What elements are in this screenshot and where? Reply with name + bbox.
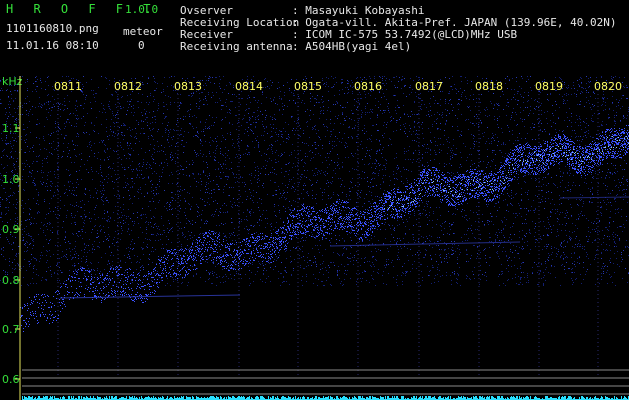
header-panel: H R O F F T 1.0.0 1101160810.png meteor … (0, 0, 629, 76)
y-tick-label: 0.6 (2, 373, 20, 386)
spectrogram-plot: kHz 1.1 1.0 0.9 0.8 0.7 0.6 0811 0812 0813 0814 081… (0, 76, 629, 400)
y-tick-label: 0.9 (2, 223, 20, 236)
x-tick-label: 0819 (535, 80, 563, 93)
x-tick-label: 0816 (354, 80, 382, 93)
y-tick-label: 1.1 (2, 122, 20, 135)
x-tick-label: 0815 (294, 80, 322, 93)
meteor-count: 0 (138, 39, 145, 52)
x-tick-label: 0814 (235, 80, 263, 93)
x-tick-label: 0813 (174, 80, 202, 93)
app-version: 1.0.0 (125, 3, 159, 16)
antenna-key: Receiving antenna (180, 40, 293, 53)
spectrogram-canvas: kHz1.11.00.90.80.70.60811 0812 0813 0814 081… (0, 76, 629, 400)
x-tick-label: 0812 (114, 80, 142, 93)
x-tick-label: 0820 (594, 80, 622, 93)
y-tick-label: 0.8 (2, 274, 20, 287)
y-tick-label: 0.7 (2, 323, 20, 336)
antenna-value: : A504HB(yagi 4el) (292, 40, 412, 53)
meteor-label: meteor (123, 25, 163, 38)
x-tick-label: 0817 (415, 80, 443, 93)
file-name: 1101160810.png (6, 22, 99, 35)
x-tick-label: 0811 (54, 80, 82, 93)
y-tick-label: 1.0 (2, 173, 20, 186)
file-datetime: 11.01.16 08:10 (6, 39, 99, 52)
x-tick-label: 0818 (475, 80, 503, 93)
